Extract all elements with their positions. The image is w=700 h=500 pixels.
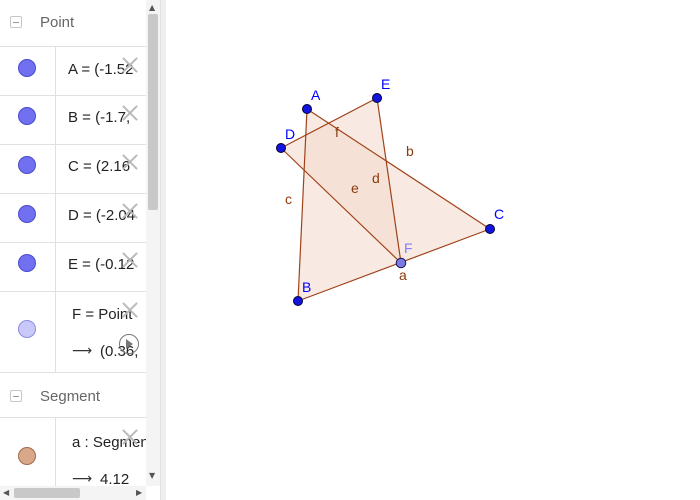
segment-label-b: b — [406, 143, 414, 159]
segment-label-d: d — [372, 170, 380, 186]
point-b[interactable] — [293, 296, 303, 306]
point-label-d: D — [285, 126, 295, 142]
point-label-b: B — [302, 279, 311, 295]
segment-d — [376, 97, 402, 264]
segment-f — [280, 97, 378, 149]
graphics-view[interactable]: a b c d e f A B C D E F — [0, 0, 700, 500]
point-label-c: C — [494, 206, 504, 222]
triangle-def — [281, 98, 401, 263]
point-label-a: A — [311, 87, 321, 103]
segment-label-e: e — [351, 180, 359, 196]
segment-a — [297, 228, 491, 302]
triangle-abc — [298, 109, 490, 301]
point-a[interactable] — [302, 104, 312, 114]
point-label-e: E — [381, 76, 390, 92]
segment-label-f: f — [335, 124, 339, 140]
point-f[interactable] — [395, 257, 407, 269]
point-e[interactable] — [372, 93, 382, 103]
segment-label-c: c — [285, 191, 292, 207]
segment-c — [297, 108, 308, 302]
point-d[interactable] — [276, 143, 286, 153]
segment-b — [306, 108, 491, 230]
segment-e — [280, 147, 402, 264]
point-c[interactable] — [485, 224, 495, 234]
segment-label-a: a — [399, 267, 407, 283]
point-label-f: F — [404, 240, 413, 256]
